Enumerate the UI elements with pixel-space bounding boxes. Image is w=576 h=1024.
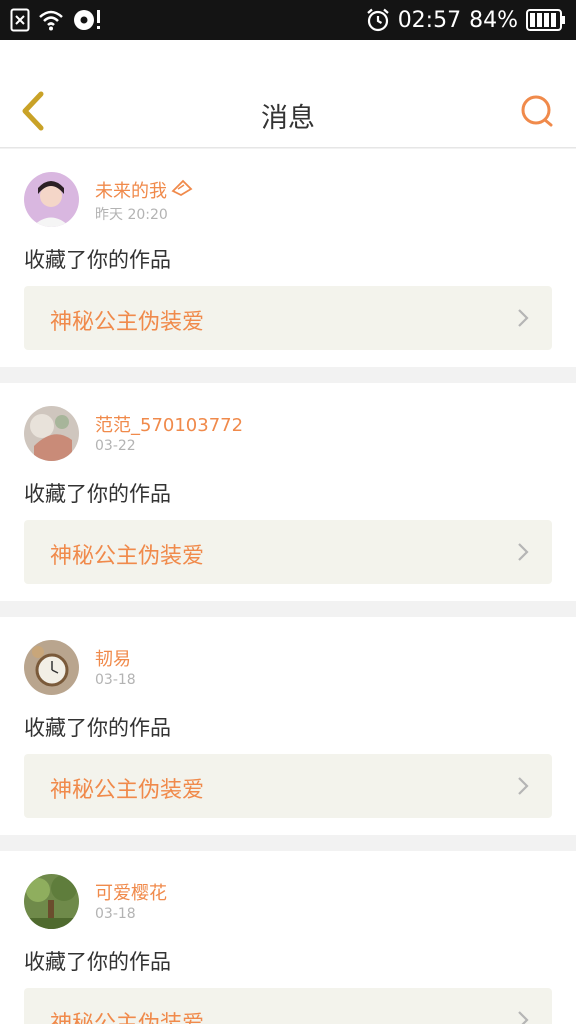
hotspot-icon — [72, 8, 102, 32]
header: 消息 — [0, 40, 576, 148]
wifi-icon — [38, 9, 64, 31]
battery-icon — [526, 9, 566, 31]
message-action: 收藏了你的作品 — [24, 482, 171, 506]
chevron-right-icon — [516, 542, 530, 566]
user-name-text: 未来的我 — [95, 181, 167, 202]
status-bar: 02:57 84% — [0, 0, 576, 40]
avatar[interactable] — [24, 406, 79, 461]
message-card: 未来的我 昨天 20:20 收藏了你的作品 神秘公主伪装爱 — [0, 149, 576, 367]
search-icon — [518, 95, 558, 136]
work-title: 神秘公主伪装爱 — [50, 544, 205, 569]
user-name-text: 范范_570103772 — [95, 415, 244, 436]
divider — [0, 835, 576, 851]
user-name-text: 可爱樱花 — [95, 883, 167, 904]
message-action: 收藏了你的作品 — [24, 716, 171, 740]
status-bar-right: 02:57 84% — [366, 6, 566, 34]
work-link[interactable]: 神秘公主伪装爱 — [24, 520, 552, 584]
avatar[interactable] — [24, 874, 79, 929]
avatar[interactable] — [24, 172, 79, 227]
status-bar-left — [10, 7, 102, 33]
avatar[interactable] — [24, 640, 79, 695]
user-name-text: 韧易 — [95, 649, 131, 670]
battery-percent: 84% — [469, 7, 518, 33]
sim-off-icon — [10, 8, 30, 32]
divider — [0, 601, 576, 617]
message-card: 韧易 03-18 收藏了你的作品 神秘公主伪装爱 — [0, 617, 576, 835]
page-title: 消息 — [261, 103, 315, 134]
message-action: 收藏了你的作品 — [24, 950, 171, 974]
work-title: 神秘公主伪装爱 — [50, 1006, 204, 1024]
work-link[interactable]: 神秘公主伪装爱 — [24, 286, 552, 350]
message-card: 范范_570103772 03-22 收藏了你的作品 神秘公主伪装爱 — [0, 383, 576, 601]
user-name[interactable]: 韧易 — [95, 645, 131, 671]
work-title: 神秘公主伪装爱 — [50, 778, 205, 803]
work-link[interactable]: 神秘公主伪装爱 — [24, 754, 552, 818]
message-time: 昨天 20:20 — [95, 207, 168, 223]
message-card: 可爱樱花 03-18 收藏了你的作品 神秘公主伪装爱 — [0, 851, 576, 1024]
divider — [0, 367, 576, 383]
user-name[interactable]: 可爱樱花 — [95, 879, 167, 905]
message-time: 03-18 — [95, 906, 136, 922]
work-link[interactable]: 神秘公主伪装爱 — [24, 988, 552, 1024]
vip-badge-icon — [171, 179, 193, 202]
chevron-right-icon — [516, 776, 530, 800]
chevron-right-icon — [516, 1010, 530, 1024]
work-title: 神秘公主伪装爱 — [50, 310, 205, 335]
chevron-right-icon — [516, 308, 530, 332]
status-time: 02:57 — [397, 7, 462, 33]
message-time: 03-22 — [95, 438, 136, 454]
message-time: 03-18 — [95, 672, 136, 688]
message-action: 收藏了你的作品 — [24, 248, 171, 272]
search-button[interactable] — [518, 92, 558, 132]
user-name[interactable]: 未来的我 — [95, 177, 193, 203]
message-list: 未来的我 昨天 20:20 收藏了你的作品 神秘公主伪装爱 范范_5701037… — [0, 149, 576, 1024]
user-name[interactable]: 范范_570103772 — [95, 411, 243, 437]
alarm-icon — [366, 8, 390, 32]
